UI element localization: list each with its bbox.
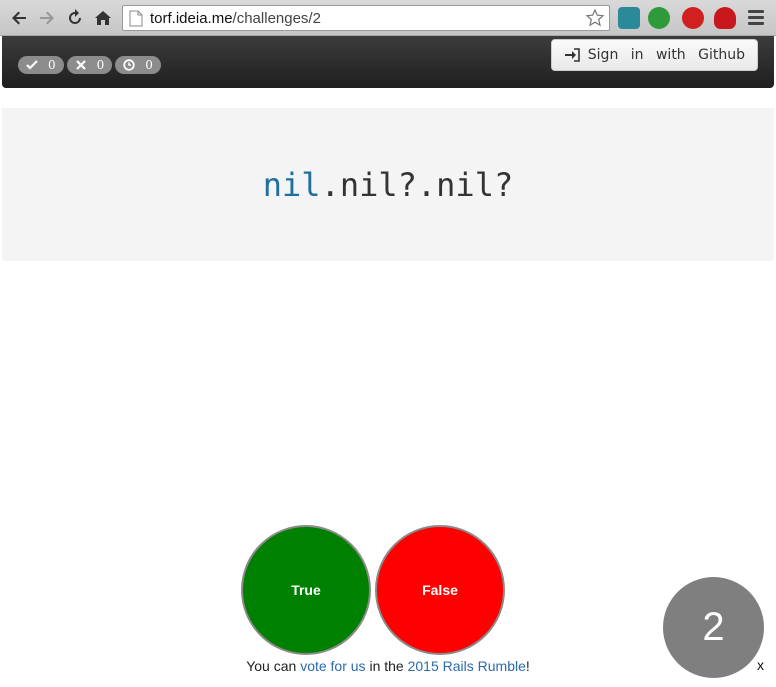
url-text: torf.ideia.me/challenges/2: [150, 10, 321, 27]
bookmark-star-icon[interactable]: [585, 8, 605, 28]
home-icon: [95, 11, 111, 25]
address-bar[interactable]: torf.ideia.me/challenges/2: [122, 5, 610, 31]
x-icon: [75, 60, 86, 70]
reload-button[interactable]: [64, 7, 86, 29]
false-label: False: [422, 582, 458, 598]
back-arrow-icon: [12, 11, 26, 25]
timeout-badge: 0: [115, 56, 161, 74]
forward-arrow-icon: [40, 11, 54, 25]
timeout-count: 0: [145, 58, 153, 72]
app-navbar: 0 0 0 Sign in with Github: [2, 36, 774, 88]
wrong-badge: 0: [66, 56, 113, 74]
score-badges: 0 0 0: [18, 56, 161, 74]
extension-wave-icon[interactable]: [618, 7, 640, 29]
code-keyword: nil: [262, 165, 321, 204]
sign-in-github-button[interactable]: Sign in with Github: [550, 39, 758, 71]
correct-badge: 0: [18, 56, 64, 74]
code-rest: .nil?.nil?: [320, 165, 514, 204]
extension-hangouts-icon[interactable]: [648, 7, 670, 29]
challenge-panel: nil.nil?.nil?: [2, 108, 774, 261]
home-button[interactable]: [92, 7, 114, 29]
menu-icon[interactable]: [748, 10, 764, 26]
false-button[interactable]: False: [375, 525, 505, 655]
wrong-count: 0: [96, 58, 105, 72]
rails-rumble-link[interactable]: 2015 Rails Rumble: [408, 658, 526, 674]
clock-icon: [123, 59, 135, 71]
vote-link[interactable]: vote for us: [300, 658, 365, 674]
forward-button[interactable]: [36, 7, 58, 29]
sign-in-icon: [564, 48, 580, 62]
footer-suffix: !: [525, 658, 530, 674]
sign-in-label: Sign in with Github: [587, 47, 745, 63]
page-icon: [129, 10, 143, 27]
correct-count: 0: [48, 58, 56, 72]
check-icon: [26, 60, 38, 70]
footer-middle: in the: [365, 658, 408, 674]
back-button[interactable]: [8, 7, 30, 29]
extension-adblock-icon[interactable]: [682, 7, 704, 29]
true-label: True: [291, 582, 321, 598]
extension-hat-icon[interactable]: [714, 7, 736, 29]
browser-toolbar: torf.ideia.me/challenges/2: [0, 0, 776, 36]
reload-icon: [69, 9, 81, 24]
footer-prefix: You can: [246, 658, 301, 674]
challenge-counter: 2: [663, 577, 764, 678]
true-button[interactable]: True: [241, 525, 371, 655]
close-button[interactable]: x: [757, 657, 764, 673]
challenge-code: nil.nil?.nil?: [263, 166, 513, 204]
footer-text: You can vote for us in the 2015 Rails Ru…: [0, 658, 776, 674]
